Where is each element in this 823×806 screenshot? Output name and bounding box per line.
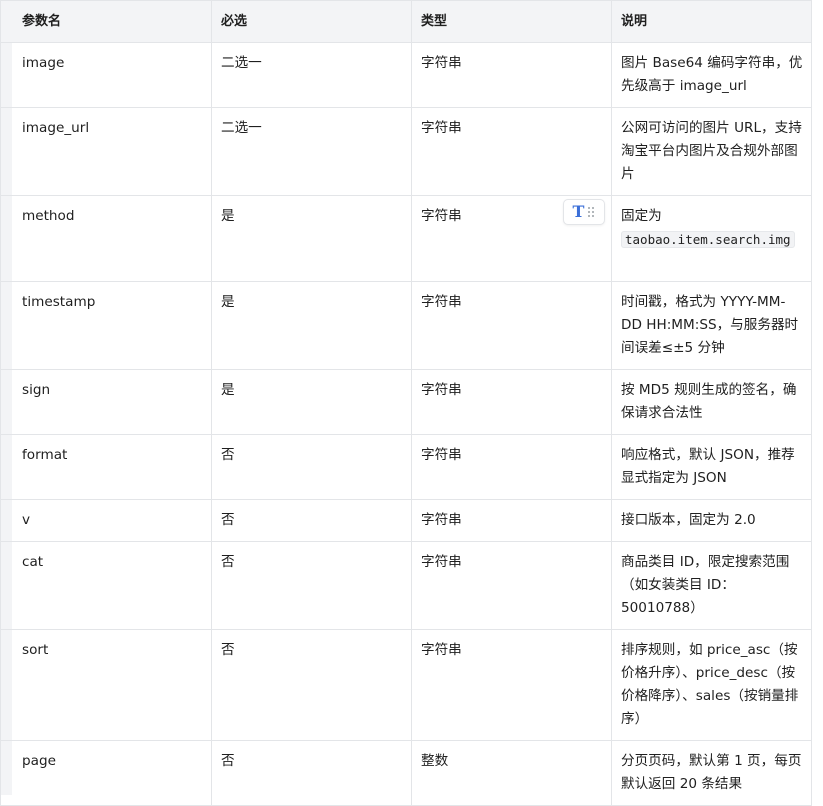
- param-description: 排序规则，如 price_asc（按价格升序）、price_desc（按价格降序…: [611, 629, 812, 741]
- param-type: 字符串: [411, 499, 612, 542]
- table-row: image_url 二选一 字符串 公网可访问的图片 URL，支持淘宝平台内图片…: [0, 107, 812, 196]
- param-description: 接口版本，固定为 2.0: [611, 499, 812, 542]
- param-required: 否: [211, 499, 412, 542]
- param-description: 固定为 taobao.item.search.img: [611, 195, 812, 282]
- param-name: cat: [0, 541, 212, 630]
- table-row: image 二选一 字符串 图片 Base64 编码字符串，优先级高于 imag…: [0, 42, 812, 108]
- param-required: 否: [211, 541, 412, 630]
- table-header-row: 参数名 必选 类型 说明: [0, 0, 812, 43]
- param-name: method: [0, 195, 212, 282]
- param-description: 分页页码，默认第 1 页，每页默认返回 20 条结果: [611, 740, 812, 806]
- param-description: 公网可访问的图片 URL，支持淘宝平台内图片及合规外部图片: [611, 107, 812, 196]
- text-format-icon[interactable]: T: [573, 204, 585, 220]
- param-required: 二选一: [211, 42, 412, 108]
- document-page: 参数名 必选 类型 说明 image 二选一 字符串 图片 Base64 编码字…: [0, 0, 823, 806]
- param-required: 否: [211, 740, 412, 806]
- param-description: 响应格式，默认 JSON，推荐显式指定为 JSON: [611, 434, 812, 500]
- param-type: 字符串: [411, 629, 612, 741]
- param-type: 字符串: [411, 541, 612, 630]
- param-required: 否: [211, 629, 412, 741]
- param-required: 二选一: [211, 107, 412, 196]
- param-description: 按 MD5 规则生成的签名，确保请求合法性: [611, 369, 812, 435]
- param-type: 字符串: [411, 42, 612, 108]
- param-name: image_url: [0, 107, 212, 196]
- header-description: 说明: [611, 0, 812, 43]
- param-description: 图片 Base64 编码字符串，优先级高于 image_url: [611, 42, 812, 108]
- header-name: 参数名: [0, 0, 212, 43]
- method-code: taobao.item.search.img: [621, 231, 795, 248]
- param-name: v: [0, 499, 212, 542]
- param-description: 商品类目 ID，限定搜索范围（如女装类目 ID：50010788）: [611, 541, 812, 630]
- param-required: 是: [211, 195, 412, 282]
- param-required: 是: [211, 281, 412, 370]
- table-row: page 否 整数 分页页码，默认第 1 页，每页默认返回 20 条结果: [0, 740, 812, 806]
- header-type: 类型: [411, 0, 612, 43]
- param-type: 字符串: [411, 434, 612, 500]
- table-row: v 否 字符串 接口版本，固定为 2.0: [0, 499, 812, 542]
- param-name: image: [0, 42, 212, 108]
- block-toolbar[interactable]: T: [563, 199, 605, 225]
- param-description: 时间戳，格式为 YYYY-MM-DD HH:MM:SS，与服务器时间误差≤±5 …: [611, 281, 812, 370]
- parameter-table: 参数名 必选 类型 说明 image 二选一 字符串 图片 Base64 编码字…: [0, 0, 812, 806]
- table-row: sort 否 字符串 排序规则，如 price_asc（按价格升序）、price…: [0, 629, 812, 741]
- param-type: 字符串: [411, 281, 612, 370]
- param-name: page: [0, 740, 212, 806]
- param-type: 字符串: [411, 369, 612, 435]
- param-type: 字符串: [411, 107, 612, 196]
- description-prefix: 固定为: [621, 208, 662, 224]
- table-row: cat 否 字符串 商品类目 ID，限定搜索范围（如女装类目 ID：500107…: [0, 541, 812, 630]
- table-row: timestamp 是 字符串 时间戳，格式为 YYYY-MM-DD HH:MM…: [0, 281, 812, 370]
- param-name: format: [0, 434, 212, 500]
- param-name: sort: [0, 629, 212, 741]
- param-name: sign: [0, 369, 212, 435]
- table-row: method 是 字符串 固定为 taobao.item.search.img: [0, 195, 812, 282]
- header-required: 必选: [211, 0, 412, 43]
- table-row: sign 是 字符串 按 MD5 规则生成的签名，确保请求合法性: [0, 369, 812, 435]
- param-required: 是: [211, 369, 412, 435]
- param-required: 否: [211, 434, 412, 500]
- param-name: timestamp: [0, 281, 212, 370]
- drag-handle-icon[interactable]: [588, 206, 595, 218]
- table-row: format 否 字符串 响应格式，默认 JSON，推荐显式指定为 JSON: [0, 434, 812, 500]
- param-type: 整数: [411, 740, 612, 806]
